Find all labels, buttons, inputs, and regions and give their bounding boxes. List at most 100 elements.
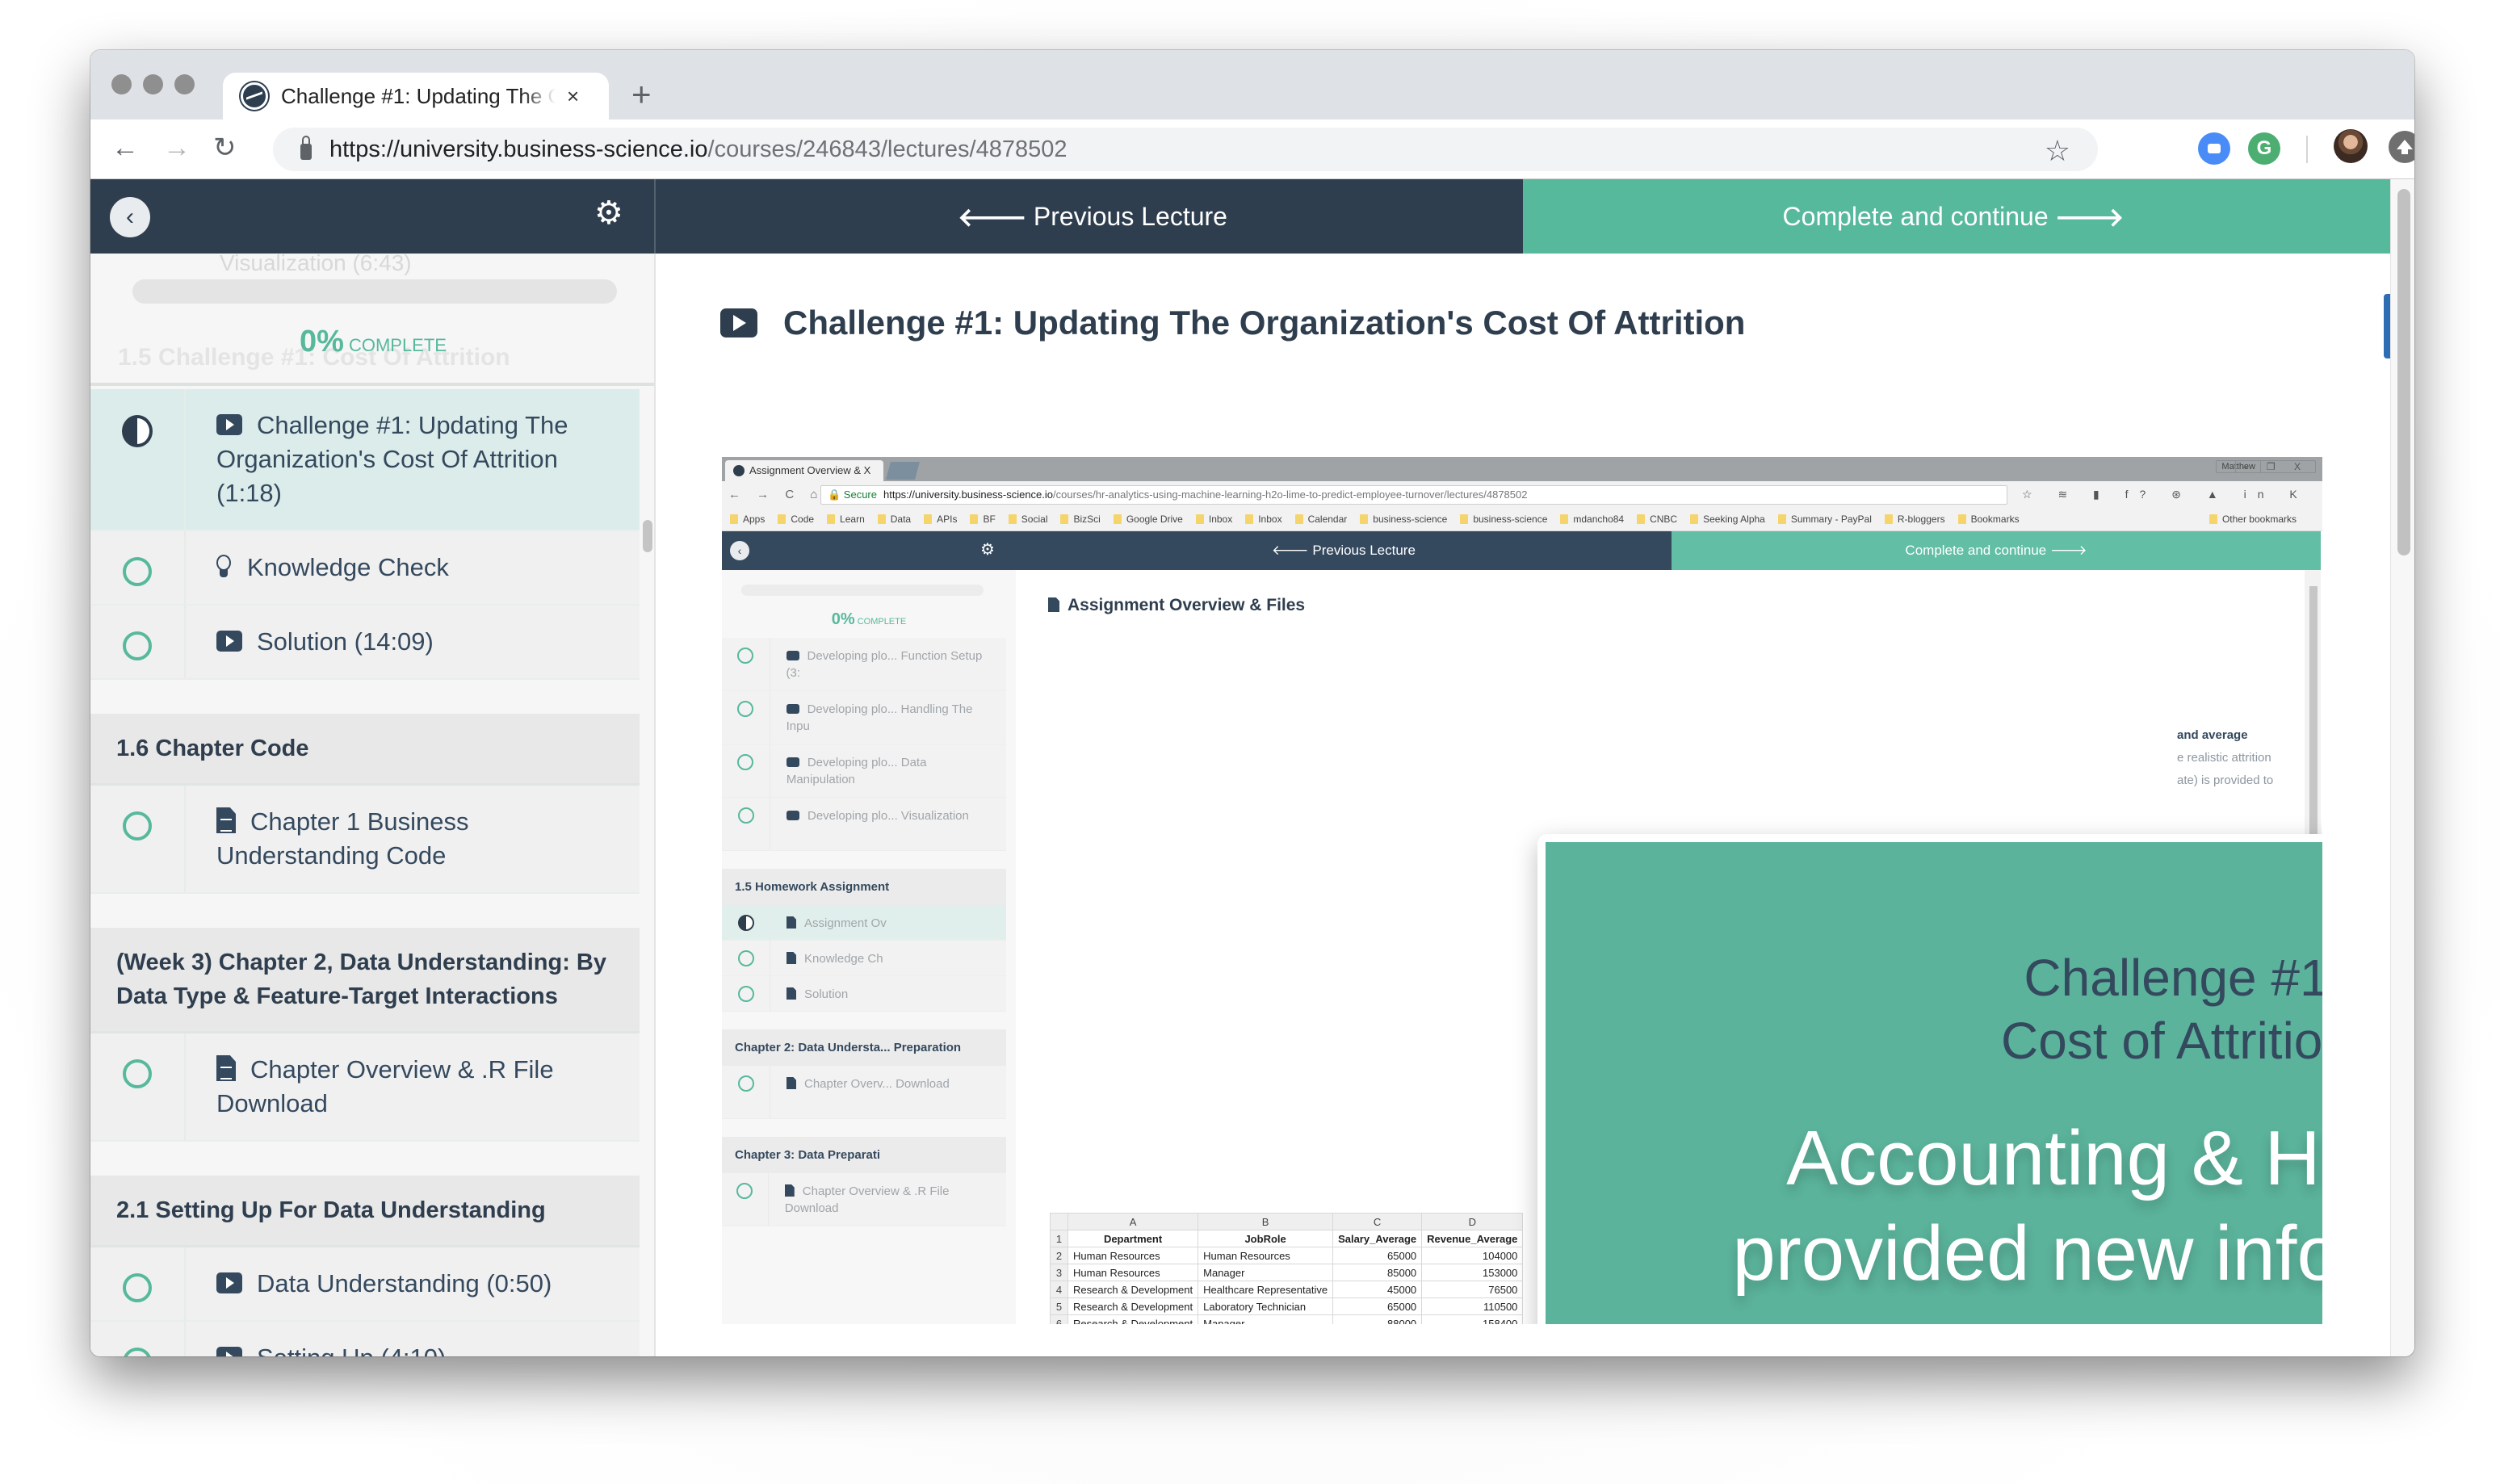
lecture-title: Knowledge Check <box>247 553 449 581</box>
previous-lecture-label: Previous Lecture <box>1033 201 1227 231</box>
lecture-item-data-understanding[interactable]: Data Understanding (0:50) <box>90 1247 640 1322</box>
tab-strip: Challenge #1: Updating The Organization'… <box>90 50 2414 119</box>
lecture-list: Challenge #1: Updating The Organization'… <box>90 389 640 1356</box>
lecture-item-chapter-1-code[interactable]: Chapter 1 Business Understanding Code <box>90 786 640 894</box>
in-progress-status-icon <box>122 415 153 447</box>
video-bookmark: Inbox <box>1245 514 1281 525</box>
lecture-item-knowledge-check[interactable]: Knowledge Check <box>90 531 640 606</box>
lecture-title: Chapter 1 Business Understanding Code <box>216 807 469 870</box>
maximize-window-button[interactable] <box>174 74 195 94</box>
minimize-window-button[interactable] <box>143 74 163 94</box>
complete-and-continue-button[interactable]: Complete and continue 🡒 <box>1523 179 2390 254</box>
video-bookmark: Social <box>1009 514 1048 525</box>
sidebar-divider <box>90 383 654 386</box>
page-title: Challenge #1: Updating The Organization'… <box>783 304 1746 342</box>
url-path: /courses/246843/lectures/4878502 <box>707 136 1068 162</box>
close-window-button[interactable] <box>111 74 132 94</box>
document-icon <box>216 807 236 833</box>
spreadsheet-cell-salary-average: 65000 <box>1332 1297 1423 1315</box>
lecture-heading: Challenge #1: Updating The Organization'… <box>720 304 1745 342</box>
page-scrollbar[interactable] <box>2390 179 2414 1356</box>
spreadsheet-cell-revenue-average: 104000 <box>1421 1247 1524 1264</box>
video-browser-addressbar: ← → C ⌂ 🔒 Secure https://university.busin… <box>722 481 2322 509</box>
course-sidebar: Visualization (6:43) 1.5 Challenge #1: C… <box>90 254 656 1356</box>
lecture-title: Chapter Overview & .R File Download <box>216 1055 554 1117</box>
spreadsheet-cell-department: Research & Development <box>1067 1281 1199 1298</box>
update-extension-icon[interactable] <box>2389 131 2414 163</box>
video-bookmark: APIs <box>924 514 957 525</box>
lecture-title: Data Understanding (0:50) <box>257 1269 552 1297</box>
forward-arrow-icon[interactable]: → <box>163 134 191 161</box>
spreadsheet-cell-n: 6 <box>1050 1314 1068 1324</box>
spreadsheet-row: 2 Human Resources Human Resources 65000 1040… <box>1050 1247 1524 1264</box>
video-bookmark: Inbox <box>1196 514 1232 525</box>
bookmark-star-icon[interactable]: ☆ <box>2045 134 2070 168</box>
settings-gear-icon[interactable]: ⚙ <box>594 197 623 229</box>
grammarly-extension-icon[interactable]: G <box>2248 132 2280 165</box>
section-header-2-1: 2.1 Setting Up For Data Understanding <box>90 1176 640 1247</box>
spreadsheet-cell-revenue-average: 110500 <box>1421 1297 1524 1315</box>
browser-tab-active[interactable]: Challenge #1: Updating The Organization'… <box>223 73 609 119</box>
video-bookmark: business-science <box>1460 514 1547 525</box>
spreadsheet-row: 5 Research & Development Laboratory Techni… <box>1050 1297 1524 1315</box>
lecture-item-chapter-2-overview[interactable]: Chapter Overview & .R File Download <box>90 1033 640 1142</box>
video-browser-tab: Assignment Overview & X <box>725 460 883 481</box>
tab-title: Challenge #1: Updating The Organization'… <box>281 83 556 108</box>
video-bookmarks-bar: Apps Code Learn Data APIs BF Social BizSci Googl… <box>722 509 2322 531</box>
lecture-item-setting-up[interactable]: Setting Up (4:10) <box>90 1322 640 1356</box>
lecture-item-solution[interactable]: Solution (14:09) <box>90 606 640 680</box>
video-bookmark: Google Drive <box>1114 514 1183 525</box>
attrition-spreadsheet: A B C D 1 Department JobRole Salary_Aver… <box>1050 1213 1524 1324</box>
spreadsheet-cell-department: Human Resources <box>1067 1264 1199 1281</box>
toolbar-divider <box>2306 136 2308 163</box>
course-progress-bar <box>132 279 617 304</box>
challenge-message-line-1: Accounting & HR have <box>1786 1115 2322 1201</box>
spreadsheet-cell-department: Human Resources <box>1067 1247 1199 1264</box>
browser-toolbar: ← → ↻ https://university.business-scienc… <box>90 119 2414 179</box>
new-tab-button[interactable]: + <box>631 78 652 111</box>
video-bookmark: Bookmarks <box>1958 514 2020 525</box>
spreadsheet-cell-salary-average: 88000 <box>1332 1314 1423 1324</box>
collapse-sidebar-button[interactable]: ‹ <box>110 197 150 237</box>
lightbulb-icon <box>216 555 231 579</box>
spreadsheet-cell-revenue-average: 158400 <box>1421 1314 1524 1324</box>
video-icon <box>216 1272 242 1293</box>
video-icon <box>216 631 242 652</box>
video-bookmark: Seeking Alpha <box>1690 514 1765 525</box>
video-bookmark: Learn <box>827 514 865 525</box>
sidebar-scrollbar[interactable] <box>643 520 652 552</box>
spreadsheet-cell-job-role: Manager <box>1198 1314 1334 1324</box>
lecture-video-player[interactable]: Assignment Overview & X Matthew – ❐ X ← … <box>722 457 2322 1324</box>
spreadsheet-cell-n: 5 <box>1050 1297 1068 1315</box>
spreadsheet-cell-department: Research & Development <box>1067 1297 1199 1315</box>
video-bookmark: business-science <box>1360 514 1447 525</box>
incomplete-status-icon <box>123 557 152 586</box>
video-bookmark: mdancho84 <box>1560 514 1624 525</box>
reload-icon[interactable]: ↻ <box>213 134 237 161</box>
video-bookmark: Data <box>878 514 911 525</box>
lock-icon <box>300 136 312 160</box>
page-scrollbar-thumb[interactable] <box>2397 189 2410 555</box>
incomplete-status-icon <box>123 631 152 660</box>
address-bar[interactable]: https://university.business-science.io/c… <box>273 128 2098 171</box>
spreadsheet-cell-revenue-average: 76500 <box>1421 1281 1524 1298</box>
back-arrow-icon[interactable]: ← <box>111 134 139 161</box>
profile-avatar[interactable] <box>2334 129 2368 163</box>
spreadsheet-cell-job-role: Laboratory Technician <box>1198 1297 1334 1315</box>
video-browser-tabs: Assignment Overview & X Matthew – ❐ X <box>722 457 2322 481</box>
previous-lecture-button[interactable]: 🡐 Previous Lecture <box>656 179 1523 254</box>
chevron-left-icon: ‹ <box>126 203 134 230</box>
video-icon <box>216 414 242 435</box>
video-icon <box>720 308 757 337</box>
spreadsheet-cell-salary-average: 65000 <box>1332 1247 1423 1264</box>
section-header-1-6: 1.6 Chapter Code <box>90 714 640 786</box>
zoom-extension-icon[interactable] <box>2198 132 2230 165</box>
document-icon <box>216 1055 236 1081</box>
lecture-title: Setting Up (4:10) <box>257 1344 446 1356</box>
challenge-topic: Cost of Attrition <box>2001 1012 2322 1070</box>
close-tab-icon[interactable]: × <box>567 84 579 109</box>
feedback-tab[interactable] <box>2384 294 2390 358</box>
lecture-item-challenge-1[interactable]: Challenge #1: Updating The Organization'… <box>90 389 640 531</box>
spreadsheet-cell-n: 3 <box>1050 1264 1068 1281</box>
course-progress-label: 0% COMPLETE <box>90 325 654 359</box>
